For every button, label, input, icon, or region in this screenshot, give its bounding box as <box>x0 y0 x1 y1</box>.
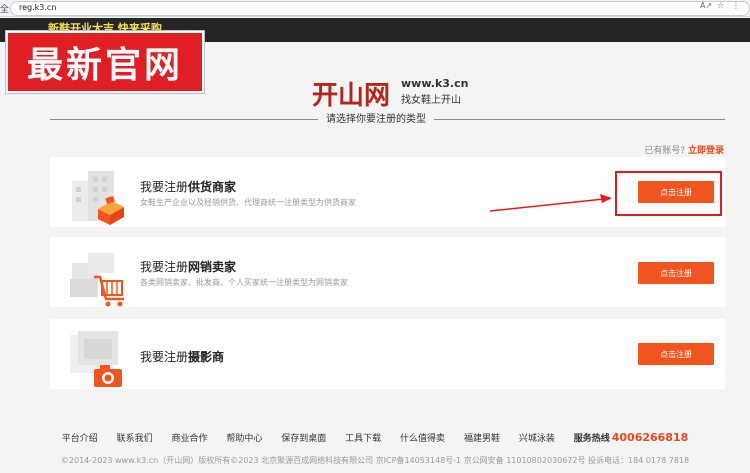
hotline-label: 服务热线 <box>573 434 610 444</box>
overflow-icon[interactable]: ⋮ <box>732 1 740 10</box>
footer-link[interactable]: 工具下载 <box>345 434 381 444</box>
card-title-type: 网销卖家 <box>188 260 237 274</box>
login-prompt: 已有账号? 立即登录 <box>644 143 724 156</box>
card-title-type: 供货商家 <box>188 180 237 194</box>
url-field[interactable]: reg.k3.cn <box>10 1 750 16</box>
read-aloud-icon[interactable]: A↗ <box>700 1 712 10</box>
supplier-building-icon <box>72 171 124 225</box>
section-title: 请选择你要注册的类型 <box>318 110 434 125</box>
register-card-online-seller: 我要注册网销卖家 各类网销卖家、批发商、个人买家统一注册类型为网销卖家 点击注册 <box>50 237 725 307</box>
card-title-prefix: 我要注册 <box>140 180 189 194</box>
browser-address-bar: 全 reg.k3.cn A↗ ☆ ⋮ <box>0 0 750 17</box>
hotline-number: 4006266818 <box>611 431 689 444</box>
logo-brand: 开山网 <box>312 81 391 111</box>
footer-link[interactable]: 兴城泳装 <box>519 434 555 444</box>
footer-link[interactable]: 商业合作 <box>171 434 207 444</box>
footer-link[interactable]: 平台介绍 <box>62 434 98 444</box>
register-card-photographer: 我要注册摄影商 点击注册 <box>50 319 725 389</box>
card-description: 女鞋生产企业以及经销供货、代理商统一注册类型为供货商家 <box>140 198 356 207</box>
camera-icon <box>70 331 122 387</box>
banner-text: 最新官网 <box>26 45 183 86</box>
footer-links: 平台介绍 联系我们 商业合作 帮助中心 保存到桌面 工具下载 什么值得卖 福建男… <box>0 431 750 444</box>
card-title: 我要注册供货商家 <box>140 178 236 195</box>
address-bar-left-glyph: 全 <box>0 5 10 15</box>
register-button-highlight-box <box>615 171 722 216</box>
logo-domain: www.k3.cn <box>401 77 469 90</box>
favorite-icon[interactable]: ☆ <box>717 1 724 10</box>
footer-link[interactable]: 什么值得卖 <box>400 434 445 444</box>
footer-link[interactable]: 联系我们 <box>117 434 153 444</box>
footer-link[interactable]: 保存到桌面 <box>281 434 326 444</box>
copyright-text: ©2014-2023 www.k3.cn（开山网）版权所有©2023 北京聚源百… <box>60 456 690 465</box>
register-seller-button[interactable]: 点击注册 <box>638 262 714 284</box>
card-description: 各类网销卖家、批发商、个人买家统一注册类型为网销卖家 <box>140 278 348 287</box>
card-title-prefix: 我要注册 <box>140 260 189 274</box>
card-title: 我要注册摄影商 <box>140 348 224 365</box>
seller-shopping-cart-icon <box>70 253 124 307</box>
card-title-prefix: 我要注册 <box>140 350 189 364</box>
register-photographer-button[interactable]: 点击注册 <box>638 343 714 365</box>
login-link[interactable]: 立即登录 <box>688 146 724 156</box>
logo-slogan: 找女鞋上开山 <box>401 95 461 106</box>
footer-link[interactable]: 福建男鞋 <box>464 434 500 444</box>
url-text: reg.k3.cn <box>19 3 57 12</box>
footer-link[interactable]: 帮助中心 <box>226 434 262 444</box>
card-title: 我要注册网销卖家 <box>140 258 236 275</box>
login-prompt-text: 已有账号? <box>644 146 686 156</box>
official-site-banner: 最新官网 <box>6 31 204 93</box>
card-title-type: 摄影商 <box>188 350 225 364</box>
